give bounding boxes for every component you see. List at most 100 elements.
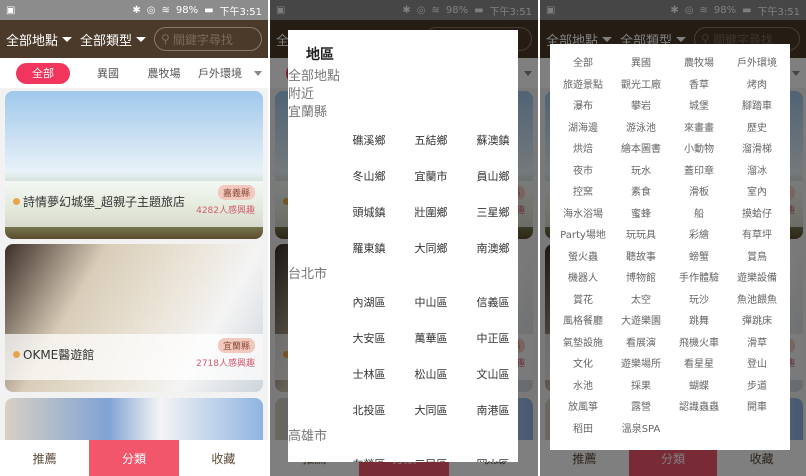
category-option[interactable]: 玩沙 bbox=[670, 288, 728, 310]
district-option[interactable]: 蘇澳鎮 bbox=[462, 122, 518, 158]
category-option[interactable]: 露營 bbox=[612, 395, 670, 417]
category-option[interactable]: 看星星 bbox=[670, 352, 728, 374]
category-option[interactable]: 賞鳥 bbox=[728, 245, 786, 267]
category-option[interactable]: 有草坪 bbox=[728, 223, 786, 245]
category-option[interactable]: 稻田 bbox=[554, 417, 612, 439]
district-option[interactable]: 宜蘭市 bbox=[400, 158, 462, 194]
category-option[interactable]: 船 bbox=[670, 202, 728, 224]
category-option[interactable]: 觀光工廠 bbox=[612, 73, 670, 95]
category-option[interactable]: 海水浴場 bbox=[554, 202, 612, 224]
category-option[interactable]: 滑板 bbox=[670, 180, 728, 202]
category-option[interactable]: 素食 bbox=[612, 180, 670, 202]
category-option[interactable]: Party場地 bbox=[554, 223, 612, 245]
category-option[interactable]: 夜市 bbox=[554, 159, 612, 181]
category-option[interactable]: 歷史 bbox=[728, 116, 786, 138]
category-option[interactable]: 螃蟹 bbox=[670, 245, 728, 267]
category-option[interactable]: 博物館 bbox=[612, 266, 670, 288]
category-dropdown[interactable]: 全部類型 bbox=[80, 30, 147, 49]
category-option[interactable]: 遊樂設備 bbox=[728, 266, 786, 288]
category-option[interactable]: 來畫畫 bbox=[670, 116, 728, 138]
category-option[interactable]: 溜冰 bbox=[728, 159, 786, 181]
category-option[interactable]: 滑草 bbox=[728, 331, 786, 353]
district-option[interactable]: 礁溪鄉 bbox=[338, 122, 400, 158]
category-option[interactable]: 手作體驗 bbox=[670, 266, 728, 288]
category-option[interactable]: 瀑布 bbox=[554, 94, 612, 116]
tab-outdoor[interactable]: 戶外環境 bbox=[192, 65, 248, 81]
category-option[interactable]: 開車 bbox=[728, 395, 786, 417]
district-option[interactable]: 信義區 bbox=[462, 284, 518, 320]
category-option[interactable]: 認識蟲蟲 bbox=[670, 395, 728, 417]
tab-farm[interactable]: 農牧場 bbox=[136, 65, 192, 81]
category-option[interactable]: 風格餐廳 bbox=[554, 309, 612, 331]
district-option[interactable]: 文山區 bbox=[462, 356, 518, 392]
category-option[interactable]: 溜滑梯 bbox=[728, 137, 786, 159]
category-option[interactable]: 聽故事 bbox=[612, 245, 670, 267]
category-option[interactable]: 採果 bbox=[612, 374, 670, 396]
district-option[interactable]: 萬華區 bbox=[400, 320, 462, 356]
place-card[interactable]: OKME醫遊館 宜蘭縣 2718人感興趣 bbox=[5, 244, 263, 392]
category-option[interactable]: 烤肉 bbox=[728, 73, 786, 95]
category-option[interactable]: 戶外環境 bbox=[728, 51, 786, 73]
category-option[interactable]: 看展演 bbox=[612, 331, 670, 353]
category-option[interactable]: 氣墊設施 bbox=[554, 331, 612, 353]
district-option[interactable]: 左營區 bbox=[338, 446, 400, 462]
category-option[interactable]: 控窯 bbox=[554, 180, 612, 202]
tab-exotic[interactable]: 異國 bbox=[80, 65, 136, 81]
district-option[interactable]: 中正區 bbox=[462, 320, 518, 356]
category-option[interactable]: 烘焙 bbox=[554, 137, 612, 159]
category-option[interactable]: 摸蛤仔 bbox=[728, 202, 786, 224]
district-option[interactable]: 三民區 bbox=[400, 446, 462, 462]
category-option[interactable]: 跳舞 bbox=[670, 309, 728, 331]
category-option[interactable]: 小動物 bbox=[670, 137, 728, 159]
category-option[interactable]: 彈跳床 bbox=[728, 309, 786, 331]
place-card[interactable]: 詩情夢幻城堡_超親子主題旅店 嘉義縣 4282人感興趣 bbox=[5, 91, 263, 239]
nav-favorites[interactable]: 收藏 bbox=[179, 440, 268, 476]
district-option[interactable]: 員山鄉 bbox=[462, 158, 518, 194]
category-option[interactable]: 螢火蟲 bbox=[554, 245, 612, 267]
district-option[interactable]: 岡山區 bbox=[462, 446, 518, 462]
category-option[interactable]: 機器人 bbox=[554, 266, 612, 288]
district-option[interactable]: 三星鄉 bbox=[462, 194, 518, 230]
category-option[interactable]: 太空 bbox=[612, 288, 670, 310]
category-option[interactable]: 全部 bbox=[554, 51, 612, 73]
category-option[interactable]: 湖海邊 bbox=[554, 116, 612, 138]
district-option[interactable]: 冬山鄉 bbox=[338, 158, 400, 194]
district-option[interactable]: 頭城鎮 bbox=[338, 194, 400, 230]
district-option[interactable]: 羅東鎮 bbox=[338, 230, 400, 266]
district-option[interactable]: 南澳鄉 bbox=[462, 230, 518, 266]
category-option[interactable]: 農牧場 bbox=[670, 51, 728, 73]
category-option[interactable]: 飛機火車 bbox=[670, 331, 728, 353]
category-option[interactable]: 放風箏 bbox=[554, 395, 612, 417]
district-option[interactable]: 松山區 bbox=[400, 356, 462, 392]
category-option[interactable]: 魚池餵魚 bbox=[728, 288, 786, 310]
district-option[interactable]: 大同鄉 bbox=[400, 230, 462, 266]
category-option[interactable]: 腳踏車 bbox=[728, 94, 786, 116]
category-option[interactable]: 彩繪 bbox=[670, 223, 728, 245]
category-option[interactable]: 蝴蝶 bbox=[670, 374, 728, 396]
more-tabs-icon[interactable] bbox=[254, 70, 262, 76]
category-option[interactable]: 文化 bbox=[554, 352, 612, 374]
region-group-1[interactable]: 台北市 bbox=[288, 266, 518, 284]
category-option[interactable]: 玩水 bbox=[612, 159, 670, 181]
region-group-0[interactable]: 宜蘭縣 bbox=[288, 104, 518, 122]
category-option[interactable]: 旅遊景點 bbox=[554, 73, 612, 95]
category-option[interactable]: 水池 bbox=[554, 374, 612, 396]
category-option[interactable]: 攀岩 bbox=[612, 94, 670, 116]
district-option[interactable]: 內湖區 bbox=[338, 284, 400, 320]
category-option[interactable]: 溫泉SPA bbox=[612, 417, 670, 439]
district-option[interactable]: 壯圍鄉 bbox=[400, 194, 462, 230]
category-option[interactable]: 步道 bbox=[728, 374, 786, 396]
category-option[interactable]: 遊樂場所 bbox=[612, 352, 670, 374]
category-option[interactable]: 登山 bbox=[728, 352, 786, 374]
region-option[interactable]: 全部地點 bbox=[288, 68, 518, 86]
category-option[interactable]: 異國 bbox=[612, 51, 670, 73]
category-option[interactable]: 室內 bbox=[728, 180, 786, 202]
category-option[interactable]: 蜜蜂 bbox=[612, 202, 670, 224]
location-dropdown[interactable]: 全部地點 bbox=[6, 30, 73, 49]
category-option[interactable]: 繪本圖書 bbox=[612, 137, 670, 159]
category-option[interactable]: 游泳池 bbox=[612, 116, 670, 138]
category-option[interactable]: 香草 bbox=[670, 73, 728, 95]
nav-recommend[interactable]: 推薦 bbox=[0, 440, 89, 476]
search-input[interactable]: ⚲關鍵字尋找 bbox=[154, 27, 262, 51]
district-option[interactable]: 中山區 bbox=[400, 284, 462, 320]
